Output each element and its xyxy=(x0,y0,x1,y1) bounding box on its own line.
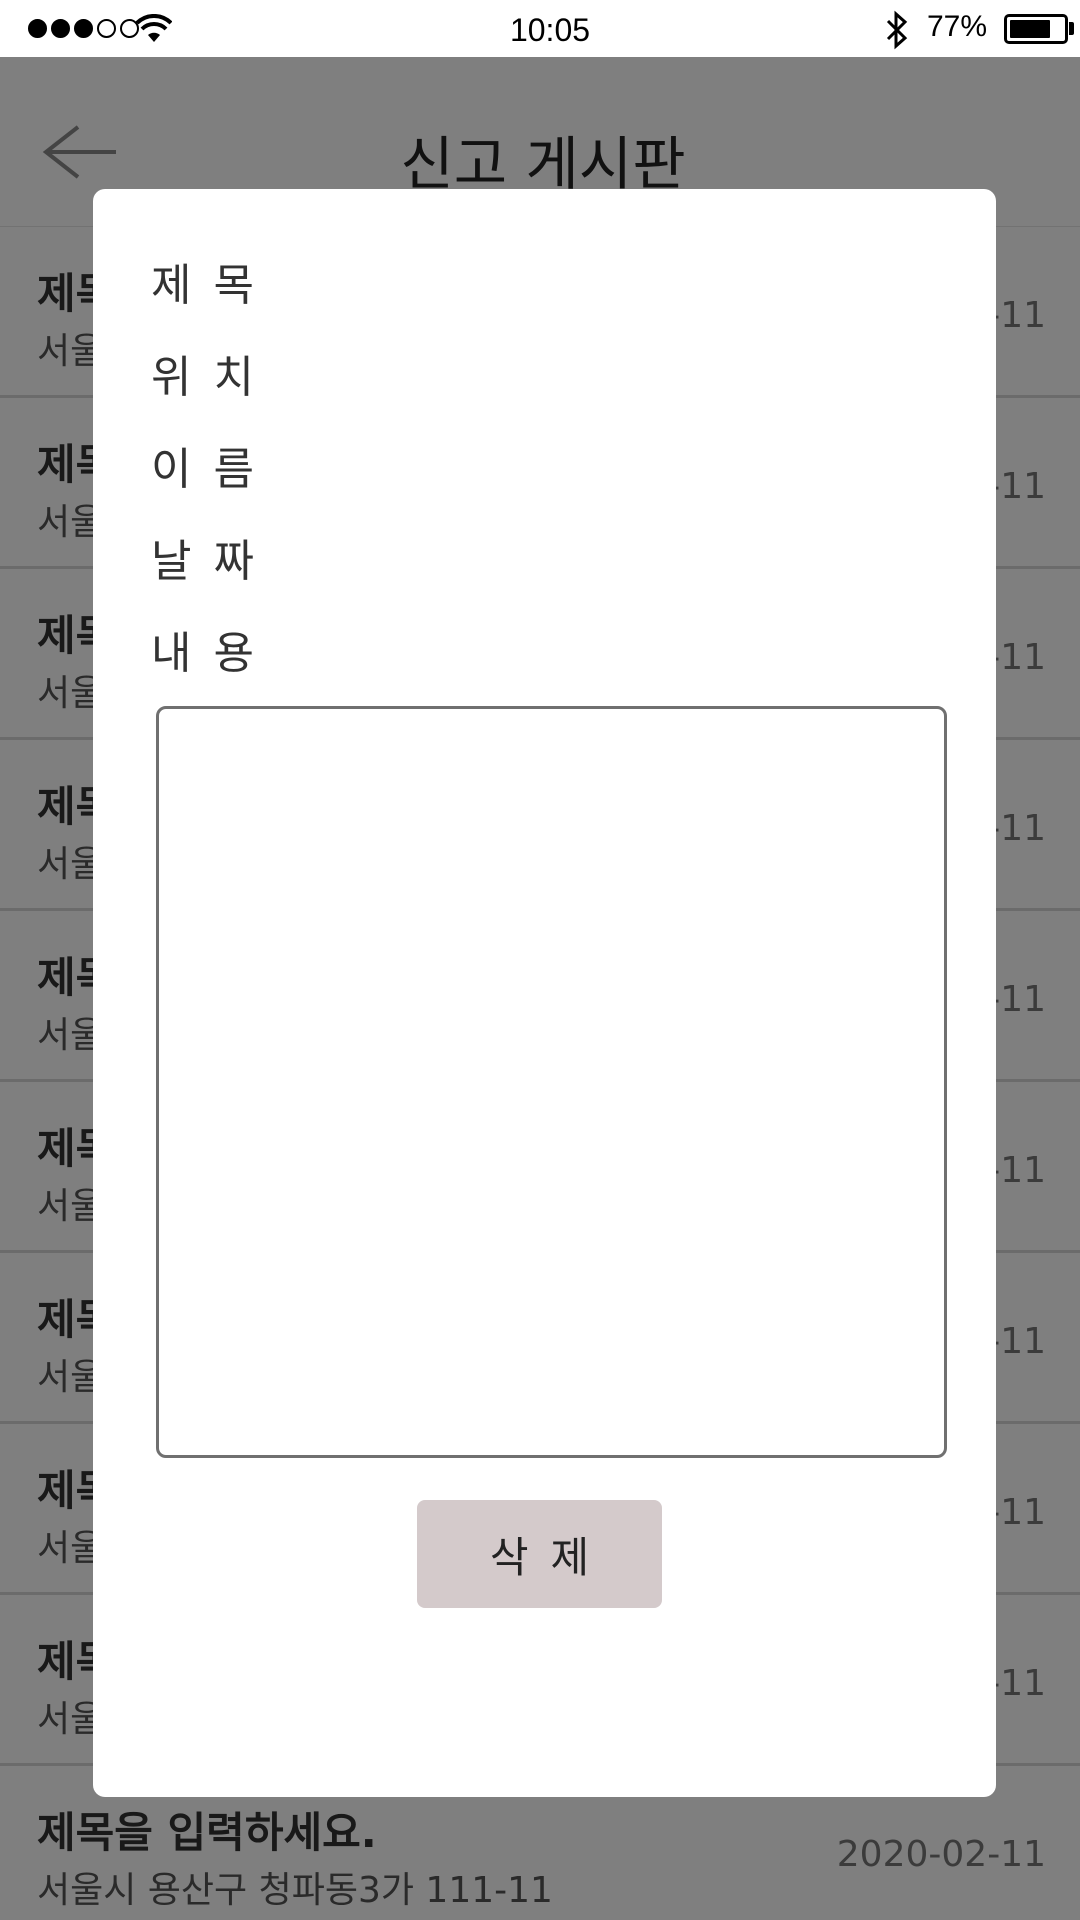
bluetooth-icon xyxy=(886,10,908,50)
battery-tip xyxy=(1069,22,1074,35)
name-label: 이름 xyxy=(151,444,276,495)
battery-level-fill xyxy=(1010,20,1051,38)
content-label: 내용 xyxy=(151,628,276,679)
delete-button[interactable]: 삭제 xyxy=(417,1500,662,1608)
date-label: 날짜 xyxy=(151,536,276,587)
location-label: 위치 xyxy=(151,352,276,403)
report-detail-modal: 제목 위치 이름 날짜 내용 삭제 xyxy=(93,189,996,1797)
battery-icon xyxy=(1004,14,1068,44)
battery-percent: 77% xyxy=(927,10,988,43)
status-time: 10:05 xyxy=(509,12,591,48)
content-textarea[interactable] xyxy=(156,706,947,1458)
status-bar: 10:05 77% xyxy=(0,0,1080,57)
title-label: 제목 xyxy=(151,260,276,311)
